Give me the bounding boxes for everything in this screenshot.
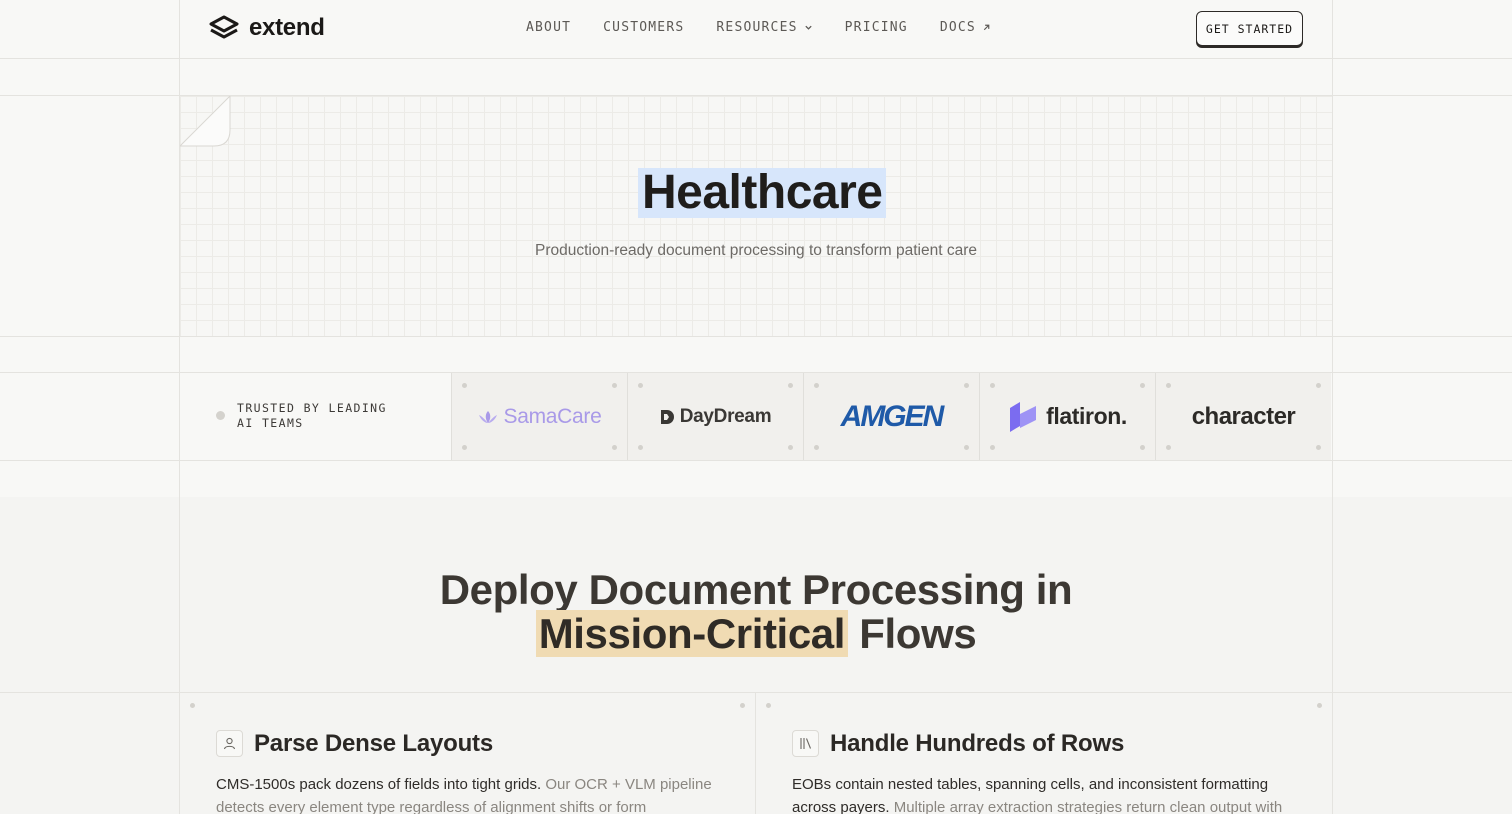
card-body: EOBs contain nested tables, spanning cel…	[792, 773, 1292, 814]
brand-logo[interactable]: extend	[208, 14, 325, 42]
external-arrow-icon	[983, 24, 990, 31]
trusted-by-section: TRUSTED BY LEADING AI TEAMS SamaCare Day…	[180, 373, 1332, 460]
nav-customers-label: CUSTOMERS	[603, 20, 685, 35]
chevron-down-icon	[804, 25, 812, 30]
trusted-label: TRUSTED BY LEADING AI TEAMS	[216, 401, 387, 431]
deploy-heading-line2: Flows	[848, 610, 977, 657]
brand-name: extend	[249, 14, 325, 41]
nav-pricing-label: PRICING	[844, 20, 908, 35]
feature-card-handle-hundreds-of-rows: Handle Hundreds of Rows EOBs contain nes…	[756, 693, 1332, 814]
top-nav: extend ABOUT CUSTOMERS RESOURCES PRICING…	[180, 0, 1332, 58]
user-id-icon	[216, 730, 243, 757]
deploy-heading-highlight: Mission-Critical	[535, 610, 849, 657]
card-title: Parse Dense Layouts	[254, 730, 493, 757]
nav-customers[interactable]: CUSTOMERS	[603, 20, 684, 35]
nav-pricing[interactable]: PRICING	[845, 20, 908, 35]
page-title: Healthcare	[638, 168, 887, 218]
feature-card-parse-dense-layouts: Parse Dense Layouts CMS-1500s pack dozen…	[180, 693, 755, 814]
logo-text-samacare: SamaCare	[503, 404, 602, 428]
deploy-heading-line1: Deploy Document Processing in	[439, 566, 1073, 613]
nav-resources-label: RESOURCES	[716, 20, 798, 35]
card-title: Handle Hundreds of Rows	[830, 730, 1125, 757]
customer-logo-samacare: SamaCare	[451, 373, 627, 460]
customer-logo-daydream: DayDream	[627, 373, 803, 460]
flatiron-mark-icon	[1010, 401, 1037, 432]
nav-about[interactable]: ABOUT	[526, 20, 571, 35]
nav-about-label: ABOUT	[526, 20, 572, 35]
daydream-mark-icon	[660, 409, 674, 424]
customer-logo-amgen: AMGEN	[803, 373, 979, 460]
logo-text-amgen: AMGEN	[840, 399, 945, 433]
library-icon	[792, 730, 819, 757]
customer-logo-character: character	[1155, 373, 1331, 460]
bullet-dot-icon	[216, 411, 225, 420]
deploy-heading: Deploy Document Processing in Mission-Cr…	[180, 566, 1332, 657]
customer-logo-flatiron: flatiron.	[979, 373, 1155, 460]
trusted-text: TRUSTED BY LEADING AI TEAMS	[237, 401, 387, 430]
nav-docs[interactable]: DOCS	[940, 20, 991, 35]
logo-text-character: character	[1191, 402, 1296, 430]
page-corner-decoration	[180, 96, 231, 147]
get-started-button[interactable]: GET STARTED	[1196, 11, 1303, 46]
extend-logo-icon	[209, 15, 239, 39]
nav-docs-label: DOCS	[939, 20, 976, 35]
lotus-icon	[478, 410, 497, 423]
card-body-muted: Multiple array extraction strategies ret…	[889, 799, 1283, 814]
hero-subtitle: Production-ready document processing to …	[535, 242, 977, 259]
hero-section: Healthcare Production-ready document pro…	[180, 96, 1332, 336]
logo-text-flatiron: flatiron.	[1046, 403, 1127, 429]
nav-resources[interactable]: RESOURCES	[716, 20, 812, 35]
card-body-main: CMS-1500s pack dozens of fields into tig…	[216, 776, 542, 793]
card-body: CMS-1500s pack dozens of fields into tig…	[216, 773, 716, 814]
logo-text-daydream: DayDream	[679, 405, 772, 427]
nav-links: ABOUT CUSTOMERS RESOURCES PRICING DOCS	[526, 20, 991, 35]
